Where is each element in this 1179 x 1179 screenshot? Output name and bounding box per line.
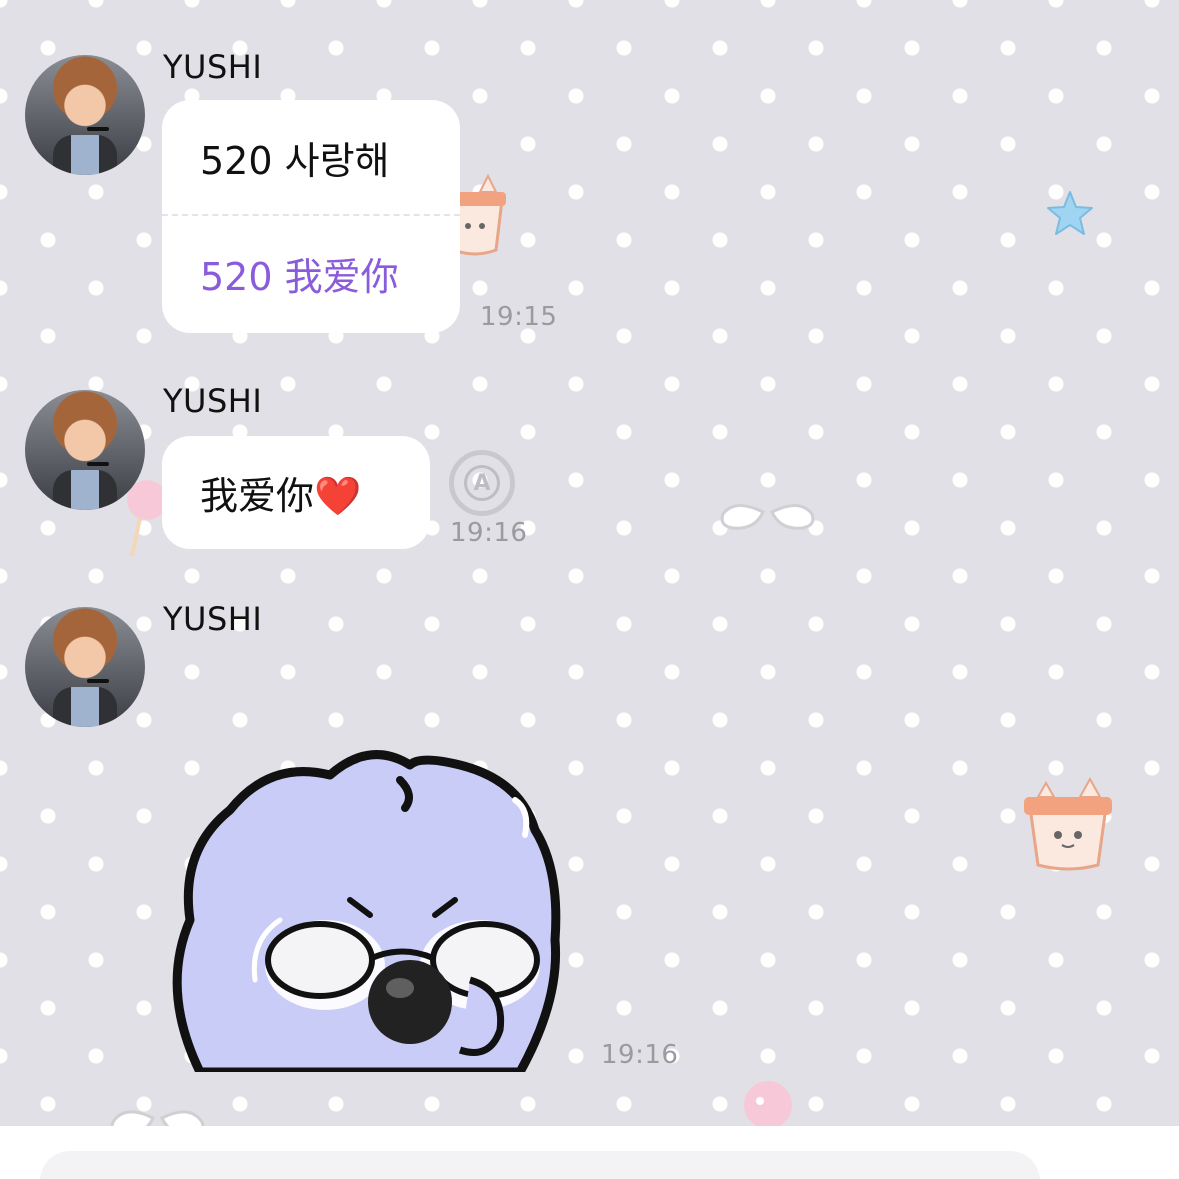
translate-icon: A <box>464 465 500 501</box>
input-bar <box>0 1126 1179 1179</box>
message-input[interactable] <box>40 1151 1040 1179</box>
sticker-image[interactable] <box>160 740 580 1072</box>
avatar-mic <box>87 462 109 466</box>
message-original-text: 520 사랑해 <box>200 138 390 183</box>
star-icon <box>1047 191 1093 235</box>
sender-name: YUSHI <box>163 600 263 638</box>
translate-button[interactable]: A <box>449 450 515 516</box>
message-time: 19:16 <box>601 1040 679 1070</box>
avatar-mic <box>87 127 109 131</box>
avatar-shirt <box>53 470 117 510</box>
avatar[interactable] <box>25 390 145 510</box>
avatar[interactable] <box>25 607 145 727</box>
sender-name: YUSHI <box>163 382 263 420</box>
message-time: 19:16 <box>450 518 528 548</box>
avatar-mic <box>87 679 109 683</box>
message-translated-text: 520 我爱你 <box>200 255 399 299</box>
message-time: 19:15 <box>480 302 558 332</box>
wings-icon <box>720 504 815 530</box>
avatar-shirt <box>53 687 117 727</box>
flower-icon <box>744 1081 792 1129</box>
message-text: 我爱你❤️ <box>200 474 362 518</box>
cat-bucket-icon <box>1024 776 1112 871</box>
message-bubble[interactable]: 我爱你❤️ <box>162 436 430 549</box>
sender-name: YUSHI <box>163 48 263 86</box>
avatar-shirt <box>53 135 117 175</box>
avatar[interactable] <box>25 55 145 175</box>
message-bubble[interactable]: 520 사랑해 520 我爱你 <box>162 100 460 333</box>
